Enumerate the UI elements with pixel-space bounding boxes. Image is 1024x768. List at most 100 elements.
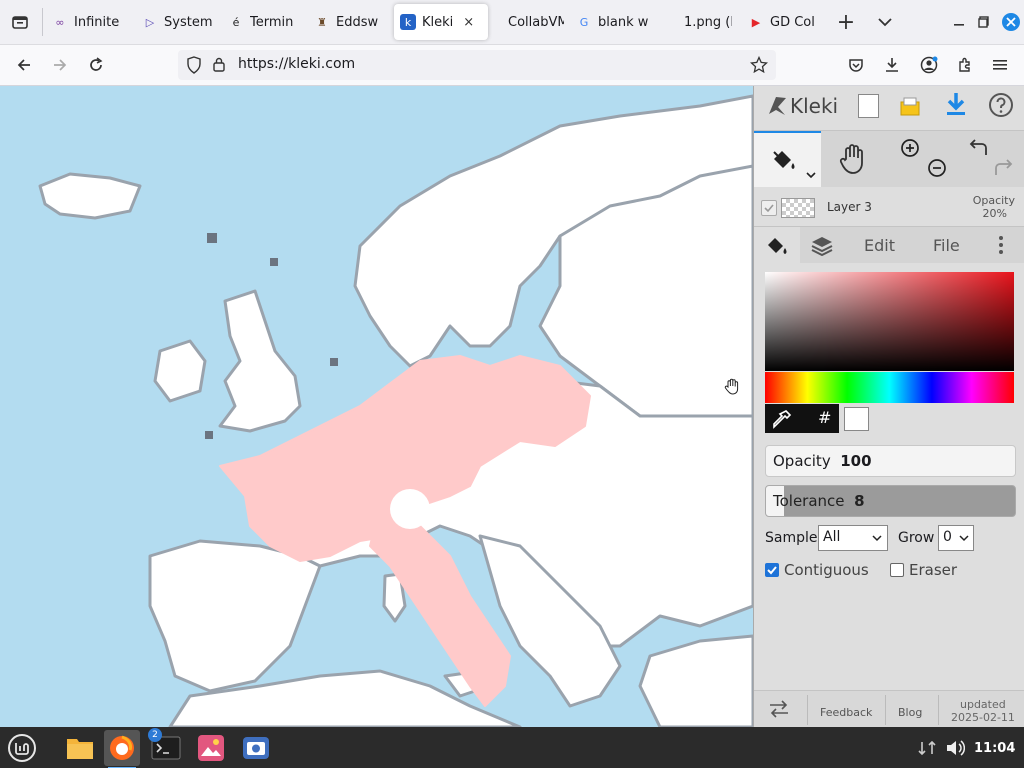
checkmark-icon xyxy=(767,566,777,575)
tolerance-slider[interactable]: Tolerance 8 xyxy=(765,485,1016,517)
opacity-slider[interactable]: Opacity 100 xyxy=(765,445,1016,477)
paint-bucket-tool-button[interactable] xyxy=(754,131,821,187)
kleki-header: Kleki xyxy=(754,86,1024,131)
tab-favicon-icon: é xyxy=(232,15,240,29)
hue-slider[interactable] xyxy=(765,372,1014,403)
screenshot-icon[interactable] xyxy=(238,730,274,766)
back-icon[interactable] xyxy=(10,51,38,79)
bookmark-star-icon[interactable] xyxy=(749,55,769,78)
grow-label: Grow xyxy=(898,530,935,546)
tab-1[interactable]: ▷ System xyxy=(142,4,214,40)
terminal-icon[interactable]: 2 xyxy=(148,728,184,766)
undo-icon[interactable] xyxy=(966,137,990,163)
tab-layers[interactable] xyxy=(810,234,834,260)
tab-paint-bucket[interactable] xyxy=(754,227,800,263)
panel-tabs: Edit File xyxy=(754,227,1024,263)
tolerance-value: 8 xyxy=(854,492,865,510)
swap-side-icon[interactable] xyxy=(768,700,790,722)
contiguous-label[interactable]: Contiguous xyxy=(784,561,869,579)
grow-select[interactable]: 0 xyxy=(938,525,974,551)
kleki-logo[interactable]: Kleki xyxy=(766,94,838,118)
extensions-icon[interactable] xyxy=(951,51,979,79)
open-folder-icon[interactable] xyxy=(898,92,922,122)
tab-kleki[interactable]: k Kleki × xyxy=(394,4,488,40)
feedback-link[interactable]: Feedback xyxy=(820,706,872,719)
sample-select-value: All xyxy=(823,529,841,545)
kleki-favicon-icon: k xyxy=(400,14,416,30)
hand-tool-button[interactable] xyxy=(838,143,868,179)
tab-5[interactable]: Gblank w xyxy=(576,4,648,40)
tab-edit[interactable]: Edit xyxy=(864,236,895,255)
account-icon[interactable] xyxy=(915,51,943,79)
new-image-icon[interactable] xyxy=(858,94,879,118)
contiguous-checkbox[interactable] xyxy=(765,563,779,577)
url-bar[interactable]: https://kleki.com xyxy=(178,50,776,80)
new-tab-button[interactable]: + xyxy=(832,8,860,36)
firefox-view-icon[interactable] xyxy=(6,8,34,36)
save-download-icon[interactable] xyxy=(944,91,968,123)
tab-2[interactable]: é Termin xyxy=(228,4,300,40)
blog-link[interactable]: Blog xyxy=(898,706,922,719)
layer-visibility-checkbox[interactable] xyxy=(761,200,777,216)
current-color-swatch[interactable] xyxy=(844,407,869,431)
hex-input-icon[interactable]: # xyxy=(818,408,831,427)
kleki-logo-icon xyxy=(769,97,786,115)
pocket-icon[interactable] xyxy=(842,51,870,79)
downloads-icon[interactable] xyxy=(878,51,906,79)
tab-favicon-icon: ♜ xyxy=(317,15,327,29)
clock[interactable]: 11:04 xyxy=(974,741,1015,756)
saturation-value-picker[interactable] xyxy=(765,272,1014,371)
files-icon[interactable] xyxy=(62,730,98,766)
tab-file[interactable]: File xyxy=(933,236,960,255)
volume-icon[interactable] xyxy=(937,730,973,766)
layer-name: Layer 3 xyxy=(827,200,872,214)
opacity-value: 100 xyxy=(840,452,872,470)
tab-3[interactable]: ♜ Eddsw xyxy=(314,4,386,40)
tolerance-label: Tolerance xyxy=(773,492,845,510)
tab-6[interactable]: 1.png (PNG xyxy=(662,4,732,40)
list-all-tabs-icon[interactable] xyxy=(871,8,899,36)
hand-cursor-icon xyxy=(724,378,740,400)
tab-4[interactable]: CollabVM xyxy=(486,4,564,40)
tab-favicon-icon xyxy=(486,14,502,30)
image-viewer-icon[interactable] xyxy=(193,730,229,766)
zoom-out-icon[interactable] xyxy=(926,157,948,183)
drawing-canvas[interactable] xyxy=(0,86,753,727)
tab-title: System xyxy=(164,14,213,30)
terminal-badge: 2 xyxy=(148,728,162,742)
maximize-icon[interactable] xyxy=(970,8,998,36)
mint-menu-icon[interactable] xyxy=(4,730,40,766)
menu-icon[interactable] xyxy=(986,51,1014,79)
url-text[interactable]: https://kleki.com xyxy=(238,56,355,72)
minimize-icon[interactable] xyxy=(945,8,973,36)
lock-icon[interactable] xyxy=(212,56,226,77)
close-tab-icon[interactable]: × xyxy=(463,15,474,30)
eraser-label[interactable]: Eraser xyxy=(909,561,957,579)
layer-row[interactable]: Layer 3 Opacity 20% xyxy=(754,188,1024,227)
eyedropper-icon[interactable] xyxy=(771,408,793,434)
tab-0[interactable]: ∞ Infinite xyxy=(52,4,124,40)
forward-icon[interactable] xyxy=(46,51,74,79)
tab-title: blank w xyxy=(598,14,648,30)
opacity-label: Opacity xyxy=(773,452,831,470)
tab-7[interactable]: ▶ GD Col xyxy=(748,4,818,40)
tab-favicon-icon: G xyxy=(579,15,589,29)
close-window-icon[interactable] xyxy=(997,8,1024,36)
help-icon[interactable] xyxy=(988,92,1014,122)
shield-icon[interactable] xyxy=(186,56,202,78)
tab-favicon-icon: ▶ xyxy=(751,15,761,29)
reload-icon[interactable] xyxy=(82,51,110,79)
tab-favicon-icon: ▷ xyxy=(145,15,155,29)
zoom-in-icon[interactable] xyxy=(899,137,921,163)
hand-icon xyxy=(839,144,863,174)
sample-select[interactable]: All xyxy=(818,525,888,551)
eraser-checkbox[interactable] xyxy=(890,563,904,577)
tab-title: GD Col xyxy=(770,14,815,30)
tab-favicon-icon: ∞ xyxy=(55,15,65,29)
os-taskbar: 2 11:04 xyxy=(0,727,1024,768)
more-options-icon[interactable] xyxy=(998,235,1004,259)
updated-date[interactable]: 2025-02-11 xyxy=(951,711,1015,724)
firefox-icon[interactable] xyxy=(104,730,140,768)
redo-icon[interactable] xyxy=(992,157,1016,183)
chevron-down-icon xyxy=(959,535,969,542)
